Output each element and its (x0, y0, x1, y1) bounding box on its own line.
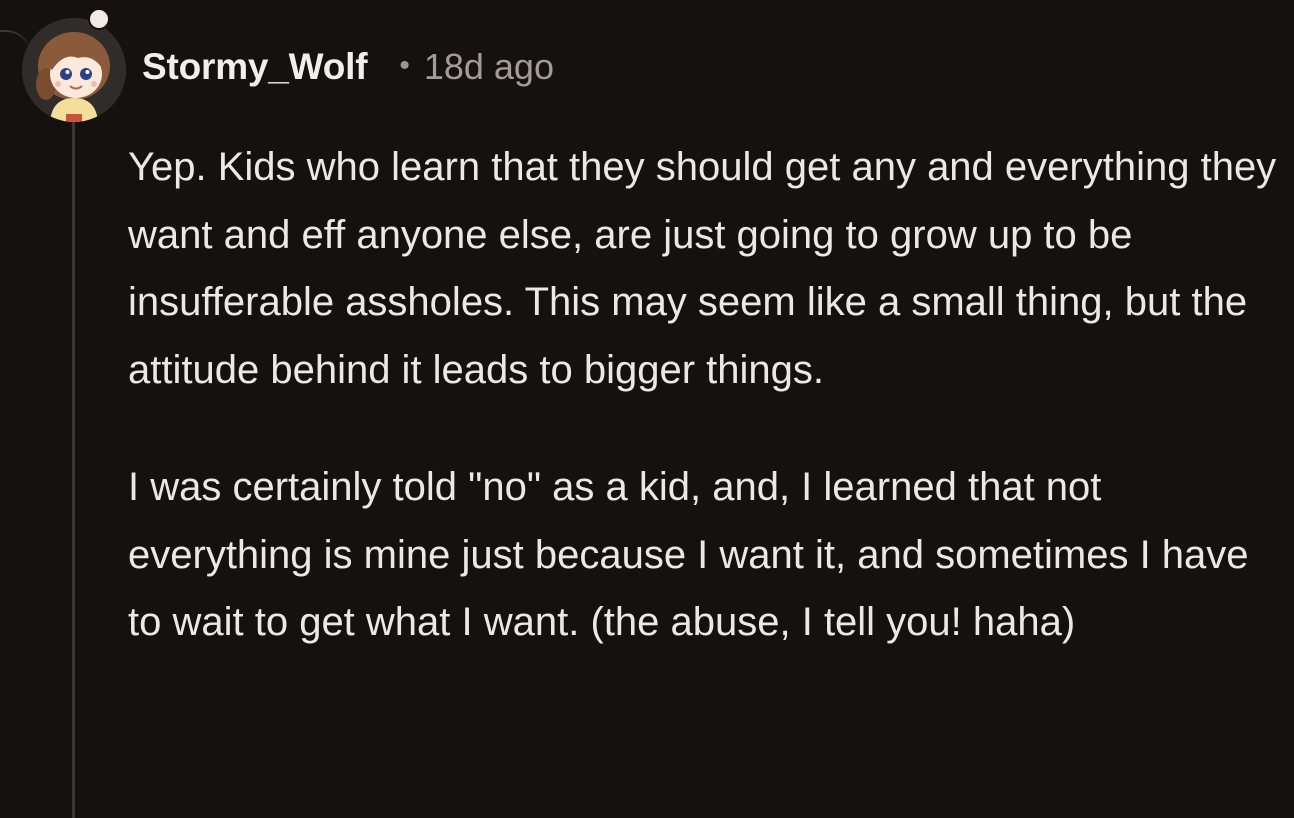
comment-body: Yep. Kids who learn that they should get… (128, 134, 1278, 657)
comment-paragraph: I was certainly told "no" as a kid, and,… (128, 465, 1249, 644)
comment-timestamp[interactable]: 18d ago (424, 46, 554, 88)
comment-paragraph: Yep. Kids who learn that they should get… (128, 145, 1277, 392)
separator-dot: • (399, 49, 410, 82)
cartoon-girl-avatar-icon (22, 18, 126, 122)
comment-header: Stormy_Wolf • 18d ago (142, 42, 554, 92)
user-avatar[interactable] (22, 18, 126, 122)
thread-line[interactable] (72, 118, 75, 818)
username-link[interactable]: Stormy_Wolf (142, 46, 368, 88)
avatar-accessory-icon (88, 8, 110, 30)
